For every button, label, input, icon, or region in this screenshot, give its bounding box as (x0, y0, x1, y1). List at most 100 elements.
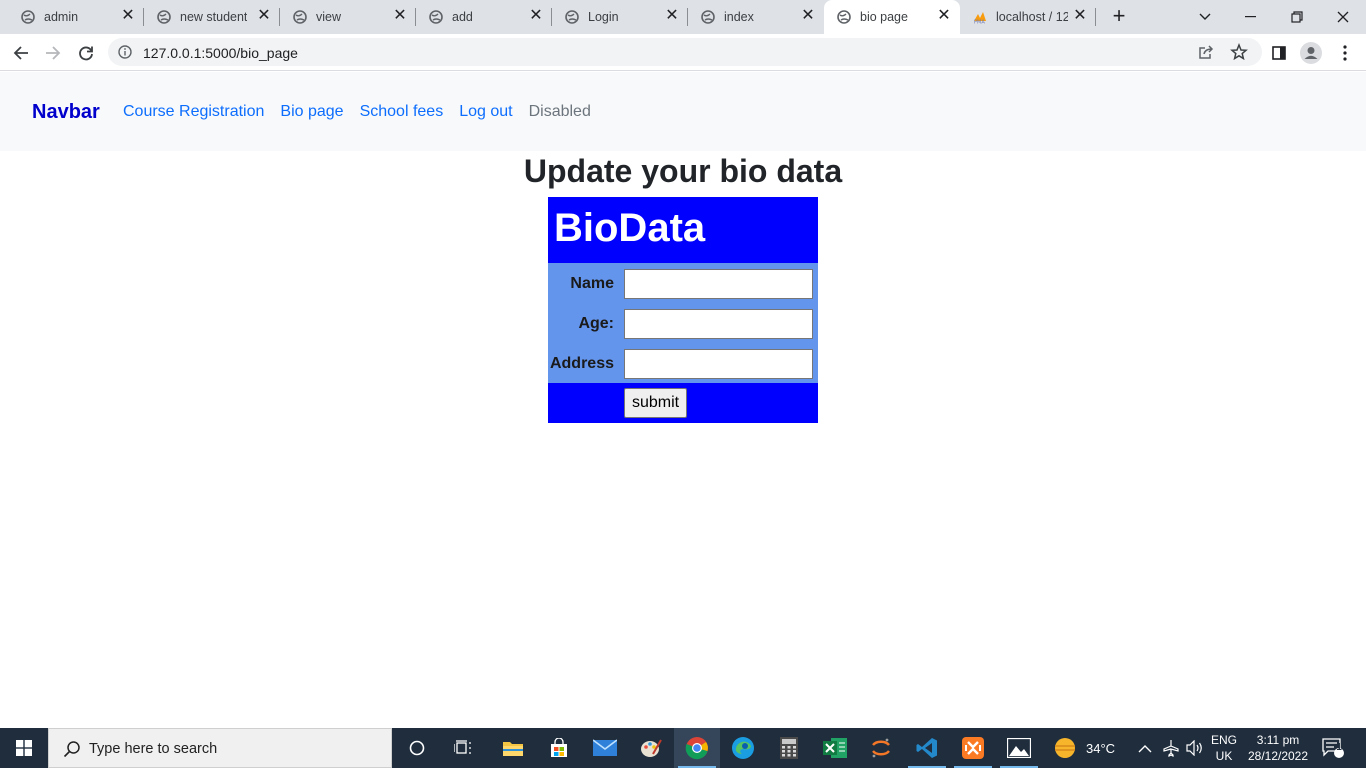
close-tab-icon[interactable]: ✕ (393, 8, 407, 24)
submit-button[interactable]: submit (624, 388, 688, 418)
profile-button[interactable] (1300, 42, 1322, 64)
tab-view[interactable]: view ✕ (280, 0, 416, 34)
cortana-button[interactable] (394, 728, 440, 768)
paint-button[interactable] (628, 728, 674, 768)
calculator-button[interactable] (766, 728, 812, 768)
tab-admin[interactable]: admin ✕ (8, 0, 144, 34)
name-input[interactable] (624, 269, 813, 299)
close-tab-icon[interactable]: ✕ (257, 8, 271, 24)
tab-strip: admin ✕ new student ✕ view ✕ add ✕ Login… (0, 0, 1366, 34)
back-button[interactable] (10, 42, 32, 64)
jupyter-button[interactable] (858, 728, 904, 768)
tab-localhost[interactable]: PMA localhost / 12 ✕ (960, 0, 1096, 34)
minimize-button[interactable] (1228, 0, 1274, 34)
tab-title: index (724, 10, 754, 24)
network-button[interactable] (1162, 728, 1180, 768)
chrome-icon (685, 737, 708, 760)
speaker-icon (1186, 740, 1202, 756)
show-hidden-icons-button[interactable] (1138, 728, 1152, 768)
close-tab-icon[interactable]: ✕ (529, 8, 543, 24)
tab-title: add (452, 10, 473, 24)
restore-button[interactable] (1274, 0, 1320, 34)
tab-title: new student (180, 10, 248, 24)
task-view-button[interactable] (440, 728, 486, 768)
menu-button[interactable] (1334, 42, 1356, 64)
mail-icon (593, 739, 617, 756)
tab-title: admin (44, 10, 79, 24)
mail-button[interactable] (582, 728, 628, 768)
edge-icon (732, 737, 754, 759)
close-tab-icon[interactable]: ✕ (801, 8, 815, 24)
photos-button[interactable] (996, 728, 1042, 768)
biodata-form: BioData Name Age: Address submit (548, 197, 818, 423)
nav-link-school-fees[interactable]: School fees (360, 103, 444, 121)
excel-button[interactable] (812, 728, 858, 768)
side-panel-button[interactable] (1268, 42, 1290, 64)
weather-temperature: 34°C (1086, 740, 1116, 756)
notification-count: 1 (1336, 742, 1342, 753)
cortana-icon (409, 740, 425, 756)
close-tab-icon[interactable]: ✕ (665, 8, 679, 24)
vscode-button[interactable] (904, 728, 950, 768)
edge-button[interactable] (720, 728, 766, 768)
tab-login[interactable]: Login ✕ (552, 0, 688, 34)
navbar-brand[interactable]: Navbar (32, 101, 100, 124)
new-tab-button[interactable]: + (1108, 5, 1130, 28)
bookmark-star-icon[interactable] (1230, 43, 1248, 61)
nav-link-bio-page[interactable]: Bio page (280, 103, 343, 121)
tab-add[interactable]: add ✕ (416, 0, 552, 34)
globe-icon (701, 10, 715, 24)
close-tab-icon[interactable]: ✕ (937, 8, 951, 24)
svg-text:PMA: PMA (974, 20, 985, 25)
calculator-icon (780, 737, 798, 759)
chrome-button[interactable] (674, 728, 720, 768)
name-label: Name (570, 275, 614, 292)
volume-button[interactable] (1186, 728, 1204, 768)
start-button[interactable] (0, 728, 48, 768)
share-icon[interactable] (1198, 44, 1214, 60)
close-window-button[interactable] (1320, 0, 1366, 34)
nav-link-log-out[interactable]: Log out (459, 103, 512, 121)
forward-button[interactable] (42, 42, 64, 64)
tab-title: localhost / 12 (996, 10, 1068, 24)
globe-icon (293, 10, 307, 24)
age-input[interactable] (624, 309, 813, 339)
xampp-button[interactable] (950, 728, 996, 768)
airplane-mode-icon (1163, 740, 1179, 757)
info-icon[interactable] (118, 45, 132, 59)
nav-link-course-registration[interactable]: Course Registration (123, 103, 264, 121)
tab-search-button[interactable] (1182, 0, 1228, 34)
address-label: Address (549, 355, 614, 372)
close-tab-icon[interactable]: ✕ (121, 8, 135, 24)
address-input[interactable] (624, 349, 813, 379)
clock-button[interactable]: 3:11 pm 28/12/2022 (1244, 732, 1312, 764)
close-icon (1337, 11, 1349, 23)
globe-icon (565, 10, 579, 24)
site-navbar: Navbar Course Registration Bio page Scho… (0, 72, 1366, 151)
tab-new-student[interactable]: new student ✕ (144, 0, 280, 34)
globe-icon (429, 10, 443, 24)
tab-title: Login (588, 10, 619, 24)
close-tab-icon[interactable]: ✕ (1073, 8, 1087, 24)
notifications-button[interactable]: 1 (1322, 728, 1344, 768)
weather-widget[interactable]: 34°C (1052, 728, 1115, 768)
keyboard-layout: UK (1215, 749, 1233, 763)
taskbar-search[interactable]: Type here to search (48, 728, 392, 768)
file-explorer-button[interactable] (490, 728, 536, 768)
input-language-button[interactable]: ENG UK (1208, 732, 1240, 764)
search-icon (63, 741, 80, 758)
address-bar[interactable]: 127.0.0.1:5000/bio_page (108, 38, 1262, 66)
paint-palette-icon (641, 739, 662, 757)
minimize-icon (1245, 16, 1256, 18)
tab-index[interactable]: index ✕ (688, 0, 824, 34)
store-button[interactable] (536, 728, 582, 768)
url-text: 127.0.0.1:5000/bio_page (143, 45, 298, 61)
form-fields: Name Age: Address (548, 263, 818, 383)
age-label: Age: (578, 315, 614, 332)
taskbar: Type here to search 34°C ENG UK 3:11 pm … (0, 728, 1366, 768)
reload-button[interactable] (75, 42, 97, 64)
tab-title: view (316, 10, 342, 24)
tab-bio-page[interactable]: bio page ✕ (824, 0, 960, 34)
clock-time: 3:11 pm (1256, 733, 1300, 747)
arrow-right-icon (46, 46, 61, 60)
